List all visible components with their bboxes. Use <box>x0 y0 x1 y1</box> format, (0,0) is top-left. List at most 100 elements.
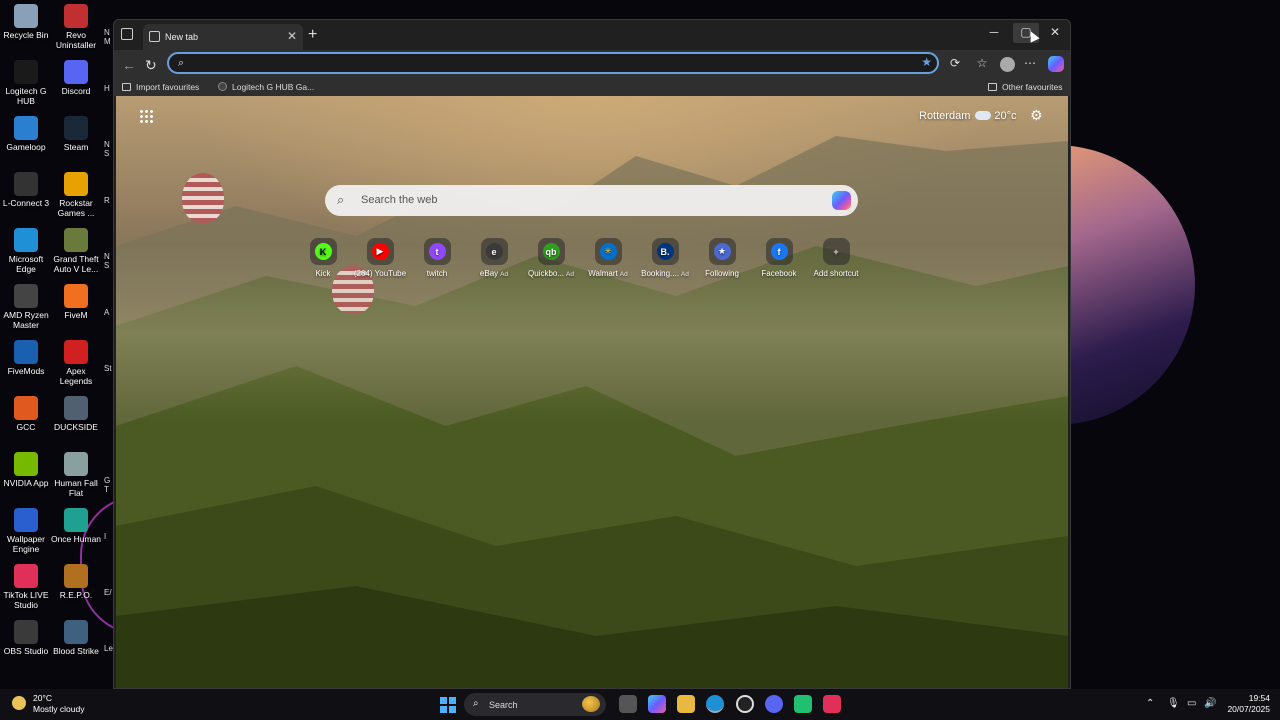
web-search-box[interactable]: ⌕ Search the web <box>325 185 858 216</box>
new-tab-page: Rotterdam 20°c ⚙ ⌕ Search the web K Kick ▶ (… <box>116 96 1068 688</box>
app-taskbar-icon[interactable] <box>794 695 812 713</box>
taskbar-weather-temp: 20°C <box>33 693 52 703</box>
favourite-star-icon[interactable]: ★ <box>921 55 932 69</box>
desktop-icon-label: Steam <box>63 142 89 152</box>
desktop-icon-logitech-g-hub[interactable]: Logitech G HUB <box>0 60 52 106</box>
tiktok-taskbar-icon[interactable] <box>823 695 841 713</box>
desktop-icon-label: Human Fall Flat <box>54 478 98 498</box>
close-tab-icon[interactable]: ✕ <box>287 29 297 43</box>
shortcut-twitch[interactable]: t twitch <box>409 238 465 278</box>
shortcut-tile: qb <box>537 238 565 265</box>
desktop-icon-gameloop[interactable]: Gameloop <box>0 116 52 152</box>
tab-new-tab[interactable]: New tab ✕ <box>143 24 303 50</box>
desktop-icon-wallpaper-engine[interactable]: Wallpaper Engine <box>0 508 52 554</box>
desktop-icon-amd-ryzen[interactable]: AMD Ryzen Master <box>0 284 52 330</box>
taskbar-weather-widget[interactable]: 20°C Mostly cloudy <box>12 693 85 715</box>
favourites-icon[interactable]: ☆ <box>973 56 991 70</box>
address-bar[interactable]: ⌕ ★ <box>167 52 939 74</box>
duckside-icon <box>64 396 88 420</box>
back-button[interactable]: ← <box>122 57 136 73</box>
shortcut-walmart[interactable]: ✳ Walmart Ad <box>580 238 636 278</box>
desktop-icon-tiktok-live[interactable]: TikTok LIVE Studio <box>0 564 52 610</box>
desktop-icon-duckside[interactable]: DUCKSIDE <box>50 396 102 432</box>
minimize-button[interactable]: ─ <box>981 25 1007 39</box>
discord-taskbar-icon[interactable] <box>765 695 783 713</box>
shortcut-ebay[interactable]: e eBay Ad <box>466 238 522 278</box>
shortcut-logo-icon: B. <box>656 243 674 260</box>
desktop-icon-blood-strike[interactable]: Blood Strike <box>50 620 102 656</box>
copilot-taskbar-icon[interactable] <box>648 695 666 713</box>
search-icon: ⌕ <box>337 192 345 207</box>
volume-icon[interactable]: 🔊 <box>1204 698 1216 709</box>
shortcut-facebook[interactable]: f Facebook <box>751 238 807 278</box>
apps-launcher-icon[interactable] <box>139 109 153 123</box>
shortcut-logo-icon: qb <box>542 243 560 260</box>
shortcut-add-shortcut[interactable]: + Add shortcut <box>808 238 864 278</box>
microphone-icon[interactable]: 🎙 <box>1167 698 1180 709</box>
network-icon[interactable]: ▭ <box>1187 698 1196 709</box>
edge-taskbar-icon[interactable] <box>706 695 724 713</box>
more-options-icon[interactable]: ⋯ <box>1021 56 1039 70</box>
address-input[interactable] <box>195 56 895 70</box>
desktop-icon-fivemods[interactable]: FiveMods <box>0 340 52 376</box>
human-fall-flat-icon <box>64 452 88 476</box>
desktop-icon-label: FiveMods <box>7 366 45 376</box>
fivem-icon <box>64 284 88 308</box>
new-tab-favicon-icon <box>149 31 160 42</box>
desktop-icon-revo[interactable]: Revo Uninstaller <box>50 4 102 50</box>
file-explorer-icon[interactable] <box>677 695 695 713</box>
desktop-icon-edge[interactable]: Microsoft Edge <box>0 228 52 274</box>
refresh-button[interactable]: ↻ <box>145 57 157 74</box>
desktop-icon-nvidia[interactable]: NVIDIA App <box>0 452 52 488</box>
desktop-icon-once-human[interactable]: Once Human <box>50 508 102 544</box>
shortcut-logo-icon: ★ <box>713 243 731 260</box>
tab-actions-icon[interactable] <box>121 28 133 40</box>
desktop-icon-steam[interactable]: Steam <box>50 116 102 152</box>
search-icon: ⌕ <box>178 57 185 69</box>
desktop-icon-label: Once Human <box>50 534 102 544</box>
desktop-icon-apex[interactable]: Apex Legends <box>50 340 102 386</box>
shortcut-logo-icon: K <box>314 243 332 260</box>
logitech-favourite-link[interactable]: Logitech G HUB Ga... <box>218 82 314 92</box>
copilot-icon[interactable] <box>1048 56 1064 72</box>
settings-taskbar-icon[interactable] <box>736 695 754 713</box>
desktop-icon-fivem[interactable]: FiveM <box>50 284 102 320</box>
shortcut-tile: ▶ <box>366 238 394 265</box>
weather-widget[interactable]: Rotterdam 20°c <box>919 110 1017 122</box>
shortcut-tile: ✳ <box>594 238 622 265</box>
desktop-icon-recycle-bin[interactable]: Recycle Bin <box>0 4 52 40</box>
desktop-icon-label: Blood Strike <box>53 646 99 656</box>
desktop-icon-obs[interactable]: OBS Studio <box>0 620 52 656</box>
extensions-icon[interactable]: ⟳ <box>946 56 964 70</box>
task-view-icon[interactable] <box>619 695 637 713</box>
import-favourites-link[interactable]: Import favourites <box>122 82 199 92</box>
taskbar-search[interactable]: ⌕ Search <box>464 693 606 716</box>
shortcut-quickbo[interactable]: qb Quickbo... Ad <box>523 238 579 278</box>
shortcut-264-youtube[interactable]: ▶ (264) YouTube <box>352 238 408 278</box>
new-tab-button[interactable]: + <box>308 26 317 44</box>
shortcut-following[interactable]: ★ Following <box>694 238 750 278</box>
amd-ryzen-icon <box>14 284 38 308</box>
start-button[interactable] <box>440 697 456 713</box>
taskbar-clock[interactable]: 19:54 20/07/2025 <box>1224 693 1270 715</box>
desktop-icon-gta[interactable]: Grand Theft Auto V Le... <box>50 228 102 274</box>
show-hidden-icons-chevron-icon[interactable]: ⌃ <box>1146 698 1154 709</box>
desktop-icon-l-connect[interactable]: L-Connect 3 <box>0 172 52 208</box>
desktop-icon-label: Discord <box>61 86 91 96</box>
desktop-icon-discord[interactable]: Discord <box>50 60 102 96</box>
other-favourites-folder[interactable]: Other favourites <box>988 82 1062 92</box>
ad-badge: Ad <box>500 271 509 278</box>
shortcut-kick[interactable]: K Kick <box>295 238 351 278</box>
page-settings-gear-icon[interactable]: ⚙ <box>1030 107 1043 124</box>
close-window-button[interactable]: ✕ <box>1042 25 1068 39</box>
weather-temperature: 20°c <box>994 110 1017 122</box>
desktop-icon-rockstar[interactable]: Rockstar Games ... <box>50 172 102 218</box>
desktop-icon-repo[interactable]: R.E.P.O. <box>50 564 102 600</box>
desktop-icon-human-fall-flat[interactable]: Human Fall Flat <box>50 452 102 498</box>
shortcut-booking[interactable]: B. Booking.... Ad <box>637 238 693 278</box>
copilot-icon[interactable] <box>832 191 851 210</box>
shortcut-label: twitch <box>426 269 448 278</box>
desktop-icon-gcc[interactable]: GCC <box>0 396 52 432</box>
shortcut-tile: K <box>309 238 337 265</box>
profile-avatar[interactable] <box>1000 57 1015 72</box>
